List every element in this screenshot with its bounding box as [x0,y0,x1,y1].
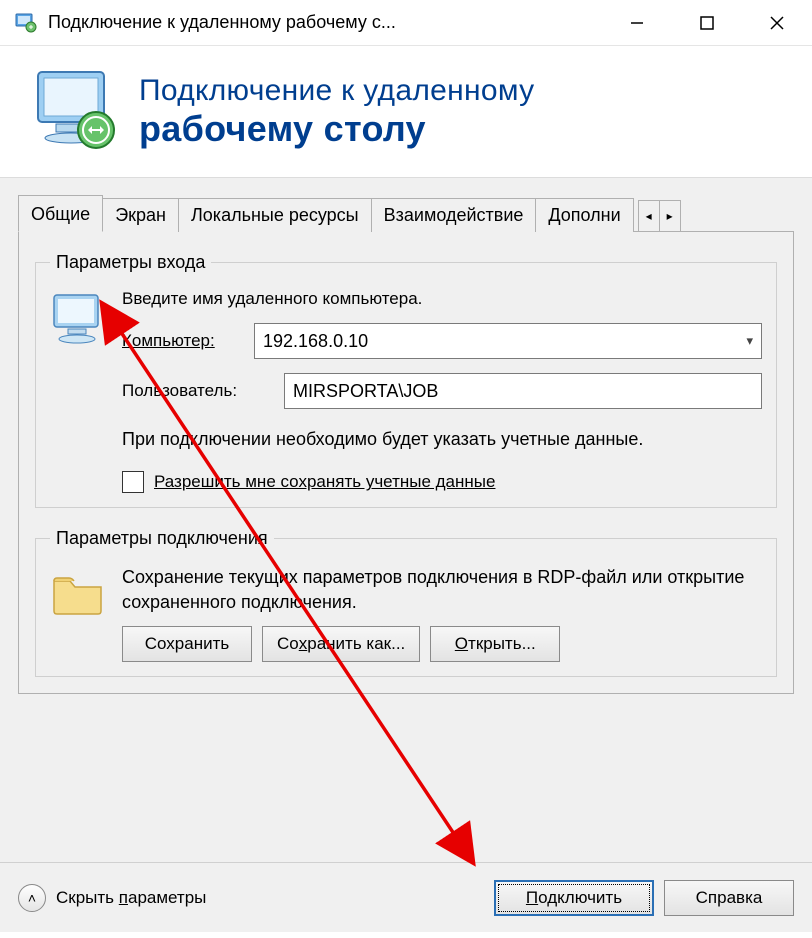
computer-value: 192.168.0.10 [263,331,368,352]
banner-titles: Подключение к удаленному рабочему столу [139,74,534,150]
remember-credentials-checkbox[interactable] [122,471,144,493]
chevron-down-icon: ▾ [746,333,753,349]
group-connection-legend: Параметры подключения [50,528,274,549]
group-login-legend: Параметры входа [50,252,211,273]
app-icon [14,11,38,35]
tab-display[interactable]: Экран [102,198,179,232]
rdp-icon [30,64,125,159]
computer-icon [50,293,112,352]
banner-line2: рабочему столу [139,108,534,149]
computer-combo[interactable]: 192.168.0.10 ▾ [254,323,762,359]
save-button[interactable]: Сохранить [122,626,252,662]
tab-advanced[interactable]: Дополни [535,198,633,232]
group-login: Параметры входа Введите имя удаленного к… [35,252,777,508]
tab-general[interactable]: Общие [18,195,103,232]
maximize-button[interactable] [672,0,742,46]
tab-pane-general: Параметры входа Введите имя удаленного к… [18,231,794,694]
hide-options-link[interactable]: Скрыть параметры [56,888,206,908]
chevron-up-icon: ˄ [28,890,36,906]
user-label: Пользователь: [122,381,272,401]
dialog-bottom-bar: ˄ Скрыть параметры Подключить Справка [0,862,812,932]
window-title: Подключение к удаленному рабочему с... [48,12,602,33]
dialog-banner: Подключение к удаленному рабочему столу [0,46,812,178]
save-as-button[interactable]: Сохранить как... [262,626,420,662]
tab-local[interactable]: Локальные ресурсы [178,198,372,232]
minimize-button[interactable] [602,0,672,46]
open-button[interactable]: Открыть... [430,626,560,662]
connect-button[interactable]: Подключить [494,880,654,916]
login-instruction: Введите имя удаленного компьютера. [122,289,422,309]
credentials-note: При подключении необходимо будет указать… [122,427,762,451]
help-button[interactable]: Справка [664,880,794,916]
tab-experience[interactable]: Взаимодействие [371,198,537,232]
user-value: MIRSPORTA\JOB [293,381,438,402]
user-field[interactable]: MIRSPORTA\JOB [284,373,762,409]
computer-label: Компьютер: [122,331,215,350]
remember-credentials-label: Разрешить мне сохранять учетные данные [154,472,495,492]
tab-scroll-left-icon[interactable]: ◂ [638,200,660,232]
connection-note: Сохранение текущих параметров подключени… [122,565,762,614]
group-connection: Параметры подключения Сохранение текущих… [35,528,777,677]
banner-line1: Подключение к удаленному [139,74,534,109]
collapse-options-button[interactable]: ˄ [18,884,46,912]
folder-icon [50,569,112,622]
close-button[interactable] [742,0,812,46]
tab-strip: Общие Экран Локальные ресурсы Взаимодейс… [18,194,794,231]
tab-scroll-right-icon[interactable]: ▸ [659,200,681,232]
window-titlebar: Подключение к удаленному рабочему с... [0,0,812,46]
